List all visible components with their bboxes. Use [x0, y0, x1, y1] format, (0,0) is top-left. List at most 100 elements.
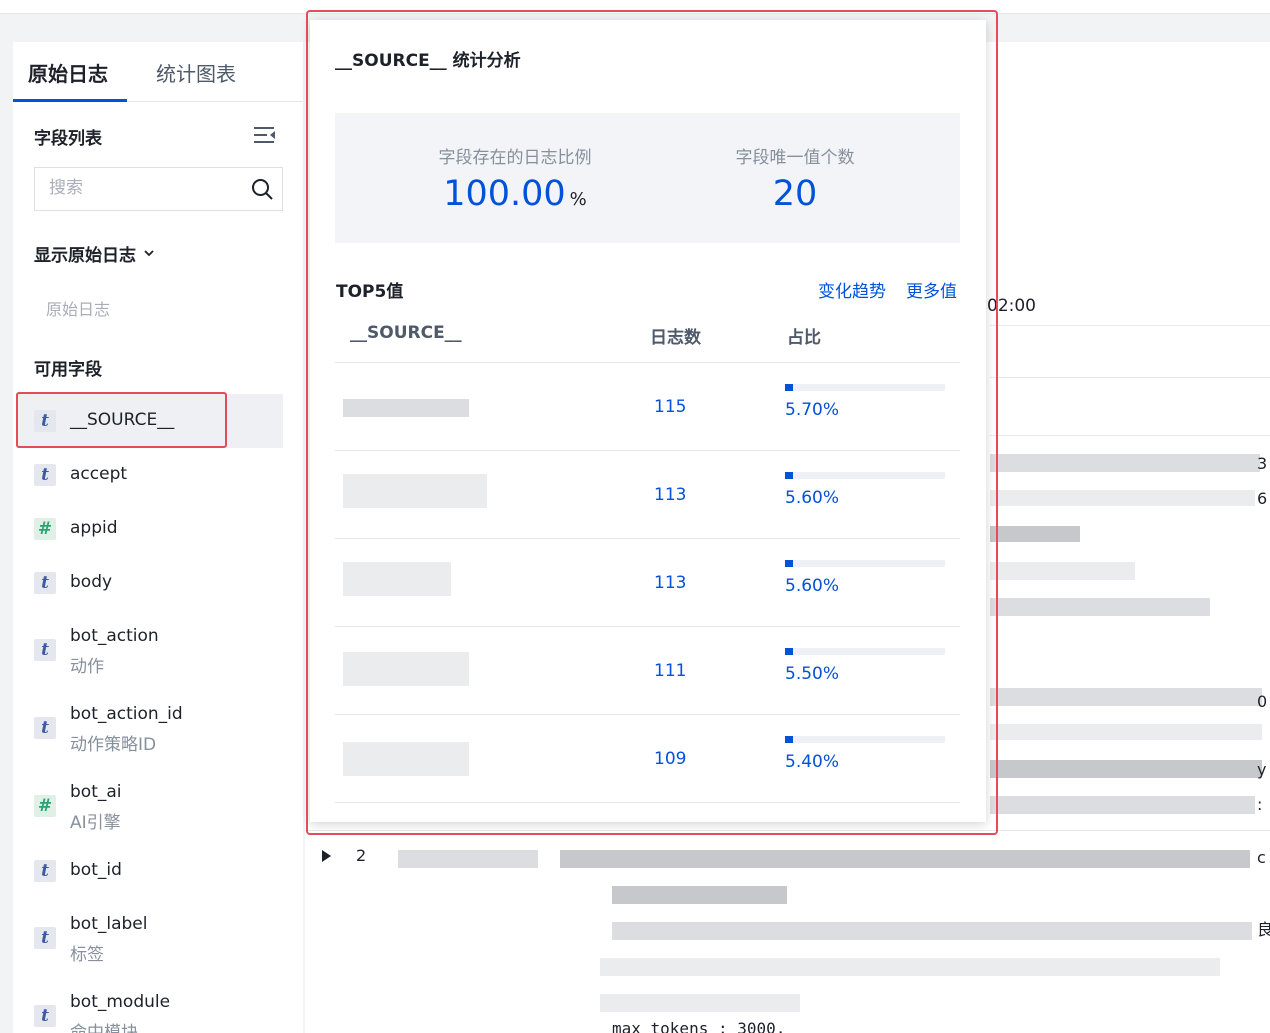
field-item-bot-action[interactable]: t bot_action 动作 — [17, 610, 283, 688]
row-percent: 5.50% — [785, 664, 840, 684]
chevron-down-icon — [144, 250, 154, 257]
time-axis-label: 02:00 — [987, 296, 1036, 316]
raw-log-item[interactable]: 原始日志 — [46, 296, 110, 320]
table-divider — [335, 538, 960, 539]
table-divider — [335, 362, 960, 363]
stat-unique-count-value: 20 — [772, 174, 818, 214]
tab-bar: 原始日志 统计图表 — [13, 42, 303, 102]
field-name: bot_module — [70, 992, 171, 1012]
popup-title: __SOURCE__ 统计分析 — [335, 51, 521, 71]
redacted-log-text — [990, 760, 1262, 778]
number-type-icon: # — [34, 518, 56, 540]
divider — [305, 830, 1270, 831]
log-row-number: 2 — [356, 846, 367, 865]
show-raw-log-toggle[interactable]: 显示原始日志 — [34, 241, 154, 266]
ratio-bar-fill — [785, 472, 793, 479]
field-name: bot_label — [70, 914, 148, 934]
table-divider — [335, 626, 960, 627]
row-count[interactable]: 115 — [654, 397, 686, 417]
row-percent: 5.40% — [785, 752, 840, 772]
redacted-log-text — [990, 796, 1255, 814]
available-fields-title: 可用字段 — [34, 360, 102, 380]
redacted-log-text — [398, 850, 538, 868]
stat-exist-ratio-value: 100.00 — [443, 174, 566, 214]
stat-unique-count: 字段唯一值个数 20 — [665, 143, 925, 214]
text-type-icon: t — [34, 717, 56, 739]
log-edge-char: c — [1257, 848, 1266, 867]
redacted-log-text — [990, 688, 1262, 706]
field-name: bot_action_id — [70, 704, 183, 724]
divider — [990, 435, 1270, 436]
tab-stats-chart[interactable]: 统计图表 — [156, 58, 236, 87]
field-alias: 标签 — [70, 945, 104, 965]
redacted-log-text — [600, 994, 800, 1012]
text-type-icon: t — [34, 464, 56, 486]
expand-row-icon[interactable] — [322, 850, 331, 862]
redacted-source-value — [343, 742, 469, 776]
field-name: accept — [70, 464, 128, 484]
redacted-log-text — [560, 850, 1250, 868]
redacted-log-text — [612, 886, 787, 904]
redacted-log-text — [990, 526, 1080, 542]
log-edge-char: : — [1257, 795, 1263, 814]
left-panel: 原始日志 统计图表 字段列表 显示原始日志 原始日志 可用字段 t __SOUR… — [13, 42, 303, 1033]
active-tab-indicator — [13, 99, 127, 102]
row-count[interactable]: 109 — [654, 749, 686, 769]
trend-link[interactable]: 变化趋势 — [818, 277, 886, 302]
ratio-bar-fill — [785, 736, 793, 743]
field-item-accept[interactable]: t accept — [17, 448, 283, 502]
log-code-snippet: max_tokens : 3000, — [612, 1019, 786, 1033]
ratio-bar — [785, 384, 945, 391]
field-alias: 动作策略ID — [70, 735, 157, 755]
field-alias: 动作 — [70, 657, 104, 677]
search-icon[interactable] — [250, 177, 274, 201]
more-values-link[interactable]: 更多值 — [906, 277, 957, 302]
field-item-bot-label[interactable]: t bot_label 标签 — [17, 898, 283, 976]
stat-exist-ratio-unit: % — [569, 189, 587, 210]
show-raw-log-title: 显示原始日志 — [34, 246, 136, 266]
field-search-input[interactable] — [49, 178, 239, 198]
stat-exist-ratio-value-row: 100.00% — [385, 174, 645, 214]
source-field-highlight — [16, 392, 227, 448]
text-type-icon: t — [34, 1005, 56, 1027]
text-type-icon: t — [34, 927, 56, 949]
field-item-bot-id[interactable]: t bot_id — [17, 844, 283, 898]
field-alias: AI引擎 — [70, 813, 121, 833]
field-search-box — [34, 167, 283, 211]
field-name: bot_ai — [70, 782, 122, 802]
redacted-source-value — [343, 652, 469, 686]
ratio-bar — [785, 560, 945, 567]
redacted-log-text — [990, 724, 1262, 740]
redacted-log-text — [990, 562, 1135, 580]
row-percent: 5.70% — [785, 400, 840, 420]
field-name: appid — [70, 518, 118, 538]
text-type-icon: t — [34, 639, 56, 661]
redacted-log-text — [612, 922, 1252, 940]
log-edge-char: 良 — [1257, 920, 1270, 939]
row-count[interactable]: 111 — [654, 661, 686, 681]
stat-unique-count-label: 字段唯一值个数 — [735, 148, 855, 168]
field-item-body[interactable]: t body — [17, 556, 283, 610]
ratio-bar-fill — [785, 560, 793, 567]
field-item-bot-ai[interactable]: # bot_ai AI引擎 — [17, 766, 283, 844]
divider — [990, 325, 1270, 326]
tab-raw-logs[interactable]: 原始日志 — [28, 58, 108, 87]
field-item-bot-module[interactable]: t bot_module 命中模块 — [17, 976, 283, 1033]
column-header-source: __SOURCE__ — [350, 323, 462, 343]
collapse-menu-icon[interactable] — [254, 126, 276, 144]
field-item-appid[interactable]: # appid — [17, 502, 283, 556]
field-item-bot-action-id[interactable]: t bot_action_id 动作策略ID — [17, 688, 283, 766]
table-divider — [335, 450, 960, 451]
log-edge-char: 3 — [1257, 454, 1268, 473]
field-name: bot_id — [70, 860, 122, 880]
table-divider — [335, 714, 960, 715]
redacted-source-value — [343, 399, 469, 417]
stat-exist-ratio-label: 字段存在的日志比例 — [438, 148, 592, 168]
row-count[interactable]: 113 — [654, 573, 686, 593]
redacted-source-value — [343, 562, 451, 596]
field-list-title: 字段列表 — [34, 129, 102, 149]
row-count[interactable]: 113 — [654, 485, 686, 505]
redacted-log-text — [990, 454, 1260, 472]
row-percent: 5.60% — [785, 576, 840, 596]
field-name: bot_action — [70, 626, 159, 646]
